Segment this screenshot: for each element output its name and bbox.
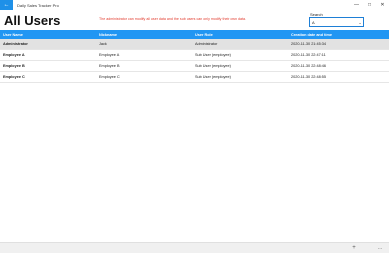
column-header-creation-date[interactable]: Creation date and time xyxy=(288,33,389,37)
users-table: User Name Nickname User Role Creation da… xyxy=(0,30,389,83)
cell-creation-date: 2020-11-30 22:48:46 xyxy=(291,64,326,68)
back-button[interactable]: ← xyxy=(0,0,13,10)
search-value: A xyxy=(312,19,315,25)
cell-nickname: Employee B xyxy=(99,64,120,68)
table-row[interactable]: Administrator Jack Administrator 2020-11… xyxy=(0,39,389,50)
more-icon: … xyxy=(377,245,383,251)
title-bar: ← Daily Sales Tracker Pro — □ ✕ xyxy=(0,0,389,10)
table-header: User Name Nickname User Role Creation da… xyxy=(0,30,389,39)
minimize-button[interactable]: — xyxy=(350,0,363,10)
app-title: Daily Sales Tracker Pro xyxy=(17,2,59,8)
cell-user-role: Administrator xyxy=(195,42,218,46)
column-header-user-name[interactable]: User Name xyxy=(0,33,96,37)
close-button[interactable]: ✕ xyxy=(376,0,389,10)
close-icon: ✕ xyxy=(380,2,385,8)
cell-user-name: Administrator xyxy=(3,42,28,46)
cell-nickname: Employee A xyxy=(99,53,120,57)
cell-user-role: Sub User (employee) xyxy=(195,53,231,57)
table-row[interactable]: Employee B Employee B Sub User (employee… xyxy=(0,61,389,72)
cell-nickname: Jack xyxy=(99,42,107,46)
back-arrow-icon: ← xyxy=(3,2,10,8)
cell-user-role: Sub User (employee) xyxy=(195,64,231,68)
plus-icon: + xyxy=(352,245,356,251)
table-row[interactable]: Employee A Employee A Sub User (employee… xyxy=(0,50,389,61)
page-title: All Users xyxy=(4,13,61,28)
permission-notice: The administrator can modify all user da… xyxy=(99,17,247,21)
table-row[interactable]: Employee C Employee C Sub User (employee… xyxy=(0,72,389,83)
cell-user-name: Employee A xyxy=(3,53,25,57)
cell-user-role: Sub User (employee) xyxy=(195,75,231,79)
cell-user-name: Employee B xyxy=(3,64,25,68)
window-controls: — □ ✕ xyxy=(350,0,389,10)
cell-creation-date: 2020-11-30 22:48:55 xyxy=(291,75,326,79)
cell-nickname: Employee C xyxy=(99,75,120,79)
bottom-command-bar: + … xyxy=(0,242,389,253)
column-header-user-role[interactable]: User Role xyxy=(192,33,288,37)
minimize-icon: — xyxy=(354,2,359,8)
maximize-button[interactable]: □ xyxy=(363,0,376,10)
cell-creation-date: 2020-11-30 22:47:11 xyxy=(291,53,326,57)
maximize-icon: □ xyxy=(367,2,372,8)
cell-creation-date: 2020-11-30 21:45:34 xyxy=(291,42,326,46)
column-header-nickname[interactable]: Nickname xyxy=(96,33,192,37)
add-user-button[interactable]: + xyxy=(349,243,359,253)
search-input[interactable]: A ⌄ xyxy=(309,17,364,27)
cell-user-name: Employee C xyxy=(3,75,25,79)
chevron-down-icon[interactable]: ⌄ xyxy=(357,20,363,25)
more-options-button[interactable]: … xyxy=(374,243,386,253)
